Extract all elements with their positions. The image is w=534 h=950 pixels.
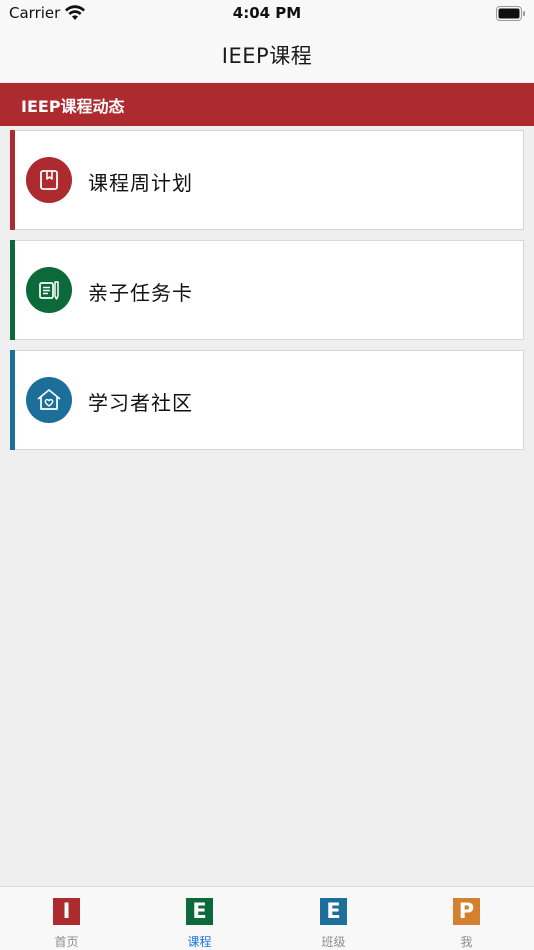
card-parent-child-task[interactable]: 亲子任务卡	[10, 240, 524, 340]
tab-label: 课程	[187, 935, 212, 949]
tab-home[interactable]: I 首页	[0, 887, 133, 950]
status-clock: 4:04 PM	[232, 4, 302, 22]
letter-e-icon: E	[320, 898, 347, 925]
navigation-bar: IEEP课程	[0, 28, 534, 82]
card-learner-community[interactable]: 学习者社区	[10, 350, 524, 450]
battery-icon	[496, 6, 525, 21]
tab-label: 班级	[321, 935, 346, 949]
card-accent-bar	[10, 130, 15, 230]
card-label: 亲子任务卡	[88, 281, 193, 305]
section-header: IEEP课程动态	[0, 83, 534, 126]
page-title: IEEP课程	[221, 44, 313, 68]
card-accent-bar	[10, 350, 15, 450]
card-label: 学习者社区	[88, 391, 193, 415]
tab-label: 我	[460, 935, 473, 949]
status-bar: Carrier 4:04 PM	[0, 0, 534, 28]
task-card-icon	[26, 267, 72, 313]
tab-label: 首页	[54, 935, 79, 949]
card-accent-bar	[10, 240, 15, 340]
letter-i-icon: I	[53, 898, 80, 925]
section-title: IEEP课程动态	[21, 96, 125, 116]
house-heart-icon	[26, 377, 72, 423]
card-weekly-plan[interactable]: 课程周计划	[10, 130, 524, 230]
tab-class[interactable]: E 班级	[267, 887, 400, 950]
tab-me[interactable]: P 我	[400, 887, 533, 950]
letter-p-icon: P	[453, 898, 480, 925]
tab-courses[interactable]: E 课程	[133, 887, 266, 950]
tab-bar: I 首页 E 课程 E 班级 P 我	[0, 886, 534, 950]
letter-e-icon: E	[186, 898, 213, 925]
card-label: 课程周计划	[88, 171, 193, 195]
bookmark-book-icon	[26, 157, 72, 203]
